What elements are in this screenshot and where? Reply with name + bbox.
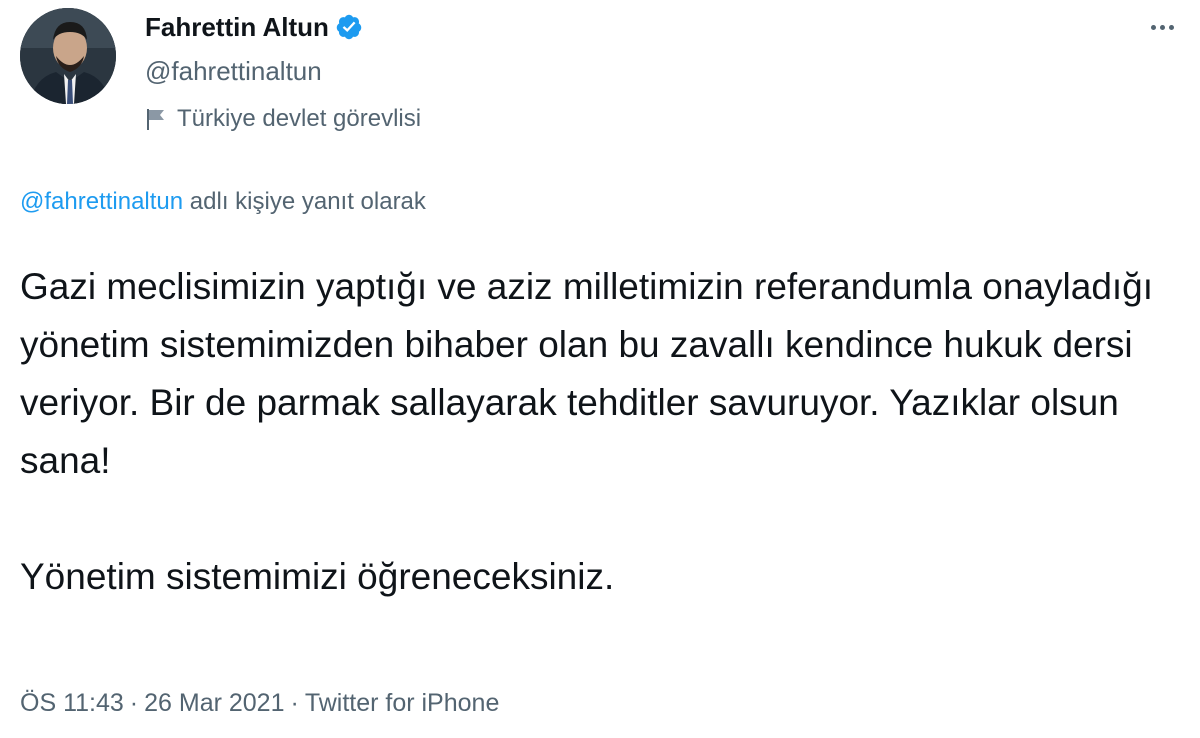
- more-dot-icon: [1159, 24, 1165, 30]
- tweet-date[interactable]: 26 Mar 2021: [144, 689, 284, 717]
- author-handle[interactable]: @fahrettinaltun: [145, 55, 322, 87]
- tweet-card: Fahrettin Altun @fahrettinaltun Türkiye …: [0, 0, 1200, 738]
- meta-separator: ·: [129, 689, 139, 717]
- more-dot-icon: [1150, 24, 1156, 30]
- tweet-time[interactable]: ÖS 11:43: [20, 689, 124, 717]
- verified-badge-icon: [336, 14, 362, 40]
- tweet-paragraph: Yönetim sistemimizi öğreneceksiniz.: [20, 556, 615, 597]
- meta-separator: ·: [290, 689, 299, 717]
- author-avatar[interactable]: [20, 8, 116, 104]
- person-avatar-icon: [20, 8, 116, 104]
- flag-icon: [147, 109, 164, 130]
- author-display-name[interactable]: Fahrettin Altun: [145, 12, 329, 42]
- reply-suffix: adlı kişiye yanıt olarak: [189, 188, 426, 215]
- more-dot-icon: [1168, 24, 1174, 30]
- tweet-paragraph: Gazi meclisimizin yaptığı ve aziz millet…: [20, 266, 1154, 481]
- government-label: Türkiye devlet görevlisi: [145, 103, 421, 135]
- more-options-button[interactable]: [1144, 12, 1180, 42]
- reply-context: @fahrettinaltun adlı kişiye yanıt olarak: [20, 186, 426, 218]
- government-label-text: Türkiye devlet görevlisi: [177, 105, 422, 132]
- reply-mention-link[interactable]: @fahrettinaltun: [20, 188, 183, 215]
- tweet-source[interactable]: Twitter for iPhone: [305, 689, 500, 717]
- tweet-text: Gazi meclisimizin yaptığı ve aziz millet…: [20, 258, 1180, 606]
- tweet-metadata: ÖS 11:43 · 26 Mar 2021 · Twitter for iPhone: [20, 686, 499, 720]
- author-name[interactable]: Fahrettin Altun: [145, 10, 363, 44]
